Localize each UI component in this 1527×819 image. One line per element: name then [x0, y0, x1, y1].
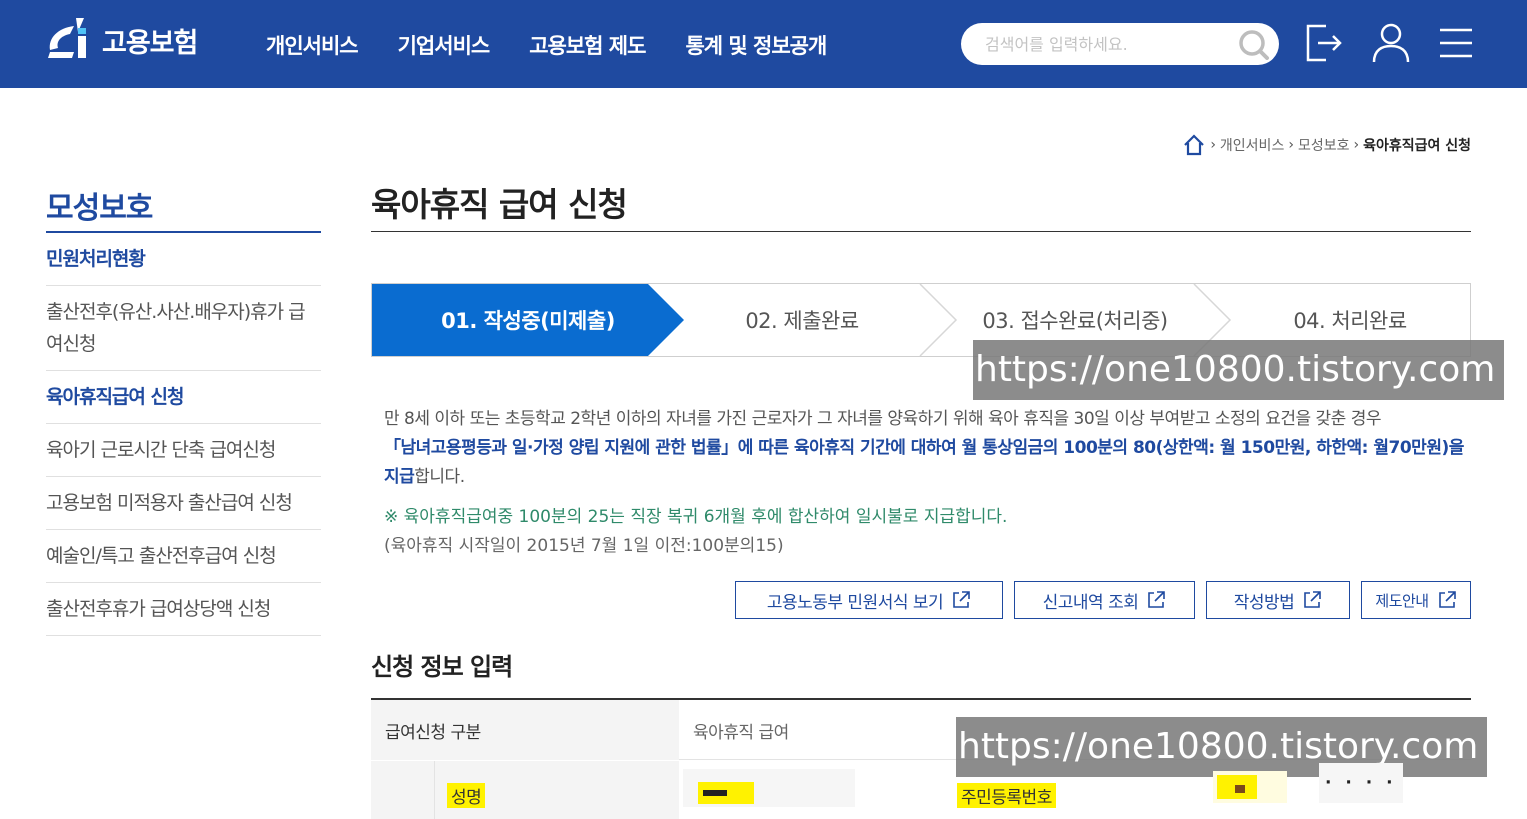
logo-text: 고용보험 — [102, 27, 198, 59]
form-view-label: 고용노동부 민원서식 보기 — [766, 592, 944, 613]
step-1: 01. 작성중(미제출) — [441, 309, 615, 333]
notes: ※ 육아휴직급여중 100분의 25는 직장 복귀 6개월 후에 합산하여 일시… — [384, 503, 1007, 561]
note-return-bonus: ※ 육아휴직급여중 100분의 25는 직장 복귀 6개월 후에 합산하여 일시… — [384, 507, 1008, 527]
top-header: 고용보험 개인서비스 기업서비스 고용보험 제도 통계 및 정보공개 — [0, 0, 1527, 88]
home-icon[interactable] — [1182, 133, 1206, 157]
desc-text-end: 합니다. — [414, 467, 465, 487]
description: 만 8세 이하 또는 초등학교 2학년 이하의 자녀를 가진 근로자가 그 자녀… — [384, 405, 1464, 492]
report-history-label: 신고내역 조회 — [1042, 592, 1139, 613]
breadcrumb-separator: › — [1210, 137, 1216, 153]
row-group-cell — [371, 761, 435, 819]
note-before-2015: (육아휴직 시작일이 2015년 7월 1일 이전:100분의15) — [384, 536, 784, 556]
watermark: https://one10800.tistory.com — [973, 340, 1504, 400]
main-nav: 개인서비스 기업서비스 고용보험 제도 통계 및 정보공개 — [266, 30, 866, 60]
title-divider — [371, 231, 1471, 232]
desc-highlight: 「남녀고용평등과 일·가정 양립 지원에 관한 법률」에 따른 육아휴직 기간에… — [384, 438, 1464, 487]
how-to-write-button[interactable]: 작성방법 — [1206, 581, 1350, 619]
external-link-icon — [1148, 591, 1166, 608]
desc-text: 만 8세 이하 또는 초등학교 2학년 이하의 자녀를 가진 근로자가 그 자녀… — [384, 409, 1382, 429]
logo[interactable]: 고용보험 — [44, 14, 198, 66]
sidebar-item-childcare-leave[interactable]: 육아휴직급여 신청 — [46, 371, 321, 424]
name-redaction-mark — [703, 790, 727, 796]
report-history-button[interactable]: 신고내역 조회 — [1014, 581, 1195, 619]
rrn-back-field[interactable]: · · · · — [1319, 763, 1403, 803]
page-title: 육아휴직 급여 신청 — [371, 185, 628, 224]
nav-personal-service[interactable]: 개인서비스 — [266, 30, 359, 60]
menu-icon[interactable] — [1434, 20, 1480, 66]
system-guide-label: 제도안내 — [1375, 591, 1429, 610]
nav-insurance-system[interactable]: 고용보험 제도 — [529, 30, 646, 60]
breadcrumb-current: 육아휴직급여 신청 — [1363, 138, 1471, 154]
search-input[interactable] — [985, 23, 1235, 65]
external-link-icon — [1438, 591, 1456, 608]
step-2: 02. 제출완료 — [745, 309, 859, 333]
system-guide-button[interactable]: 제도안내 — [1361, 581, 1471, 619]
section-title: 신청 정보 입력 — [371, 653, 513, 681]
nav-statistics[interactable]: 통계 및 정보공개 — [685, 30, 827, 60]
form-row-person: 성명 주민등록번호 · · · · — [371, 761, 1471, 819]
form-view-button[interactable]: 고용노동부 민원서식 보기 — [735, 581, 1003, 619]
sidebar-item-status[interactable]: 민원처리현황 — [46, 233, 321, 286]
external-link-icon — [1304, 591, 1322, 608]
type-value: 육아휴직 급여 — [693, 722, 789, 743]
sidebar-item-equivalent-amount[interactable]: 출산전후휴가 급여상당액 신청 — [46, 583, 321, 636]
sidebar-item-non-insured[interactable]: 고용보험 미적용자 출산급여 신청 — [46, 477, 321, 530]
user-icon[interactable] — [1368, 20, 1414, 66]
breadcrumb-item[interactable]: 모성보호 — [1298, 135, 1350, 155]
rrn-label: 주민등록번호 — [957, 765, 1056, 819]
breadcrumb: › 개인서비스 › 모성보호 › 육아휴직급여 신청 — [1182, 133, 1471, 157]
sidebar-title: 모성보호 — [46, 191, 153, 226]
sidebar-item-artist[interactable]: 예술인/특고 출산전후급여 신청 — [46, 530, 321, 583]
logout-icon[interactable] — [1302, 20, 1348, 66]
type-label: 급여신청 구분 — [385, 722, 481, 743]
breadcrumb-item[interactable]: 개인서비스 — [1220, 135, 1284, 155]
sidebar-item-maternity-leave[interactable]: 출산전후(유산.사산.배우자)휴가 급 여신청 — [46, 286, 321, 371]
nav-company-service[interactable]: 기업서비스 — [398, 30, 491, 60]
sidebar-item-reduced-hours[interactable]: 육아기 근로시간 단축 급여신청 — [46, 424, 321, 477]
search-icon[interactable] — [1237, 28, 1271, 60]
search-box — [961, 23, 1279, 65]
rrn-redaction-mark — [1235, 785, 1245, 793]
sidebar-menu: 민원처리현황 출산전후(유산.사산.배우자)휴가 급 여신청 육아휴직급여 신청 … — [46, 233, 321, 636]
ei-logo-icon — [48, 18, 86, 58]
breadcrumb-separator: › — [1288, 137, 1294, 153]
breadcrumb-separator: › — [1353, 137, 1360, 153]
name-label: 성명 — [447, 765, 486, 819]
external-link-icon — [953, 591, 970, 608]
how-to-write-label: 작성방법 — [1233, 592, 1295, 613]
